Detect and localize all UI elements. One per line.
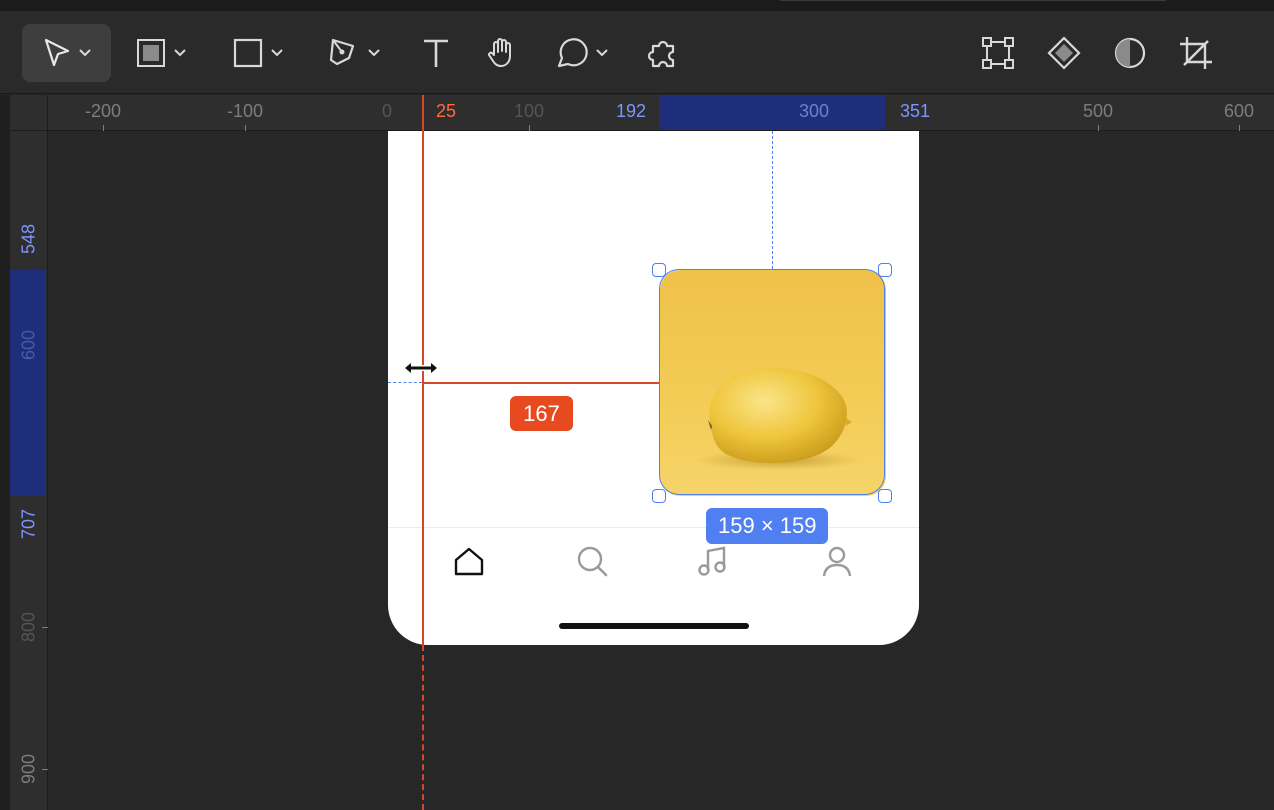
ruler-tick — [103, 125, 104, 131]
tab-bar — [388, 527, 919, 645]
ruler-tick — [1239, 125, 1240, 131]
size-badge: 159 × 159 — [706, 508, 829, 544]
ruler-label: 600 — [1223, 101, 1255, 121]
ruler-label: 500 — [1082, 101, 1114, 121]
chevron-down-icon — [174, 49, 186, 57]
frame-tool-button[interactable] — [125, 24, 197, 82]
ruler-label-guide: 25 — [435, 101, 457, 121]
ruler-label-selection-start: 192 — [615, 101, 647, 121]
diamond-icon — [1047, 36, 1081, 70]
ruler-label: 0 — [381, 101, 393, 121]
search-icon[interactable] — [575, 544, 609, 578]
ruler-tick — [42, 769, 48, 770]
ruler-corner — [10, 95, 48, 131]
ruler-label: 800 — [18, 611, 39, 643]
half-circle-icon — [1114, 37, 1146, 69]
move-tool-button[interactable] — [22, 24, 111, 82]
resize-handle-top-right[interactable] — [878, 263, 892, 277]
cursor-arrow-icon — [44, 38, 69, 67]
music-note-icon[interactable] — [696, 544, 730, 578]
distance-measure-line — [424, 382, 660, 384]
profile-icon[interactable] — [820, 544, 854, 578]
resize-handle-bottom-left[interactable] — [652, 489, 666, 503]
mask-tool-button[interactable] — [1108, 24, 1152, 82]
horizontal-ruler-labels: -200 -100 0 25 100 192 300 351 500 600 — [48, 95, 1274, 131]
rectangle-icon — [233, 38, 263, 68]
chevron-down-icon — [368, 49, 380, 57]
bounding-box-icon — [982, 37, 1014, 69]
window-top-strip — [0, 0, 1274, 10]
transform-tool-button[interactable] — [976, 24, 1020, 82]
home-icon[interactable] — [452, 544, 486, 578]
ruler-tick — [42, 627, 48, 628]
component-tool-button[interactable] — [1042, 24, 1086, 82]
vertical-measure-guide-extension — [422, 645, 424, 810]
chevron-down-icon — [271, 49, 283, 57]
comment-icon — [557, 38, 588, 68]
crop-icon — [1180, 37, 1212, 69]
resize-handle-top-left[interactable] — [652, 263, 666, 277]
ruler-label: 600 — [18, 329, 39, 361]
toolbar — [0, 10, 1274, 94]
ruler-label: 100 — [513, 101, 545, 121]
home-indicator — [559, 623, 749, 629]
left-edge-strip — [0, 95, 10, 810]
ruler-label: 900 — [18, 753, 39, 785]
rectangle-tool-button[interactable] — [222, 24, 294, 82]
crop-tool-button[interactable] — [1174, 24, 1218, 82]
ruler-label: 300 — [798, 101, 830, 121]
lemon-image[interactable] — [660, 270, 886, 496]
pen-icon — [329, 38, 355, 66]
ruler-label-selection-start: 548 — [18, 223, 39, 255]
plugins-tool-button[interactable] — [642, 24, 686, 82]
ruler-label: -200 — [84, 101, 122, 121]
hand-tool-button[interactable] — [480, 24, 524, 82]
distance-badge: 167 — [510, 396, 573, 431]
horizontal-alignment-guide — [388, 382, 422, 384]
plugin-icon — [647, 40, 675, 68]
ruler-label-selection-end: 707 — [18, 508, 39, 540]
vertical-ruler-labels: 548 600 707 800 900 — [10, 131, 48, 810]
text-tool-button[interactable] — [414, 24, 458, 82]
chevron-down-icon — [78, 49, 91, 57]
ruler-tick — [245, 125, 246, 131]
text-icon — [424, 39, 448, 67]
frame-icon — [137, 39, 165, 67]
vertical-alignment-guide — [772, 131, 774, 269]
ruler-label: -100 — [226, 101, 264, 121]
lemon-photo — [696, 367, 860, 470]
comment-tool-button[interactable] — [546, 24, 618, 82]
chevron-down-icon — [596, 49, 608, 57]
hand-icon — [488, 38, 511, 67]
ruler-tick — [1098, 125, 1099, 131]
pen-tool-button[interactable] — [318, 24, 390, 82]
resize-cursor-icon — [402, 360, 440, 376]
resize-handle-bottom-right[interactable] — [878, 489, 892, 503]
ruler-label-selection-end: 351 — [899, 101, 931, 121]
